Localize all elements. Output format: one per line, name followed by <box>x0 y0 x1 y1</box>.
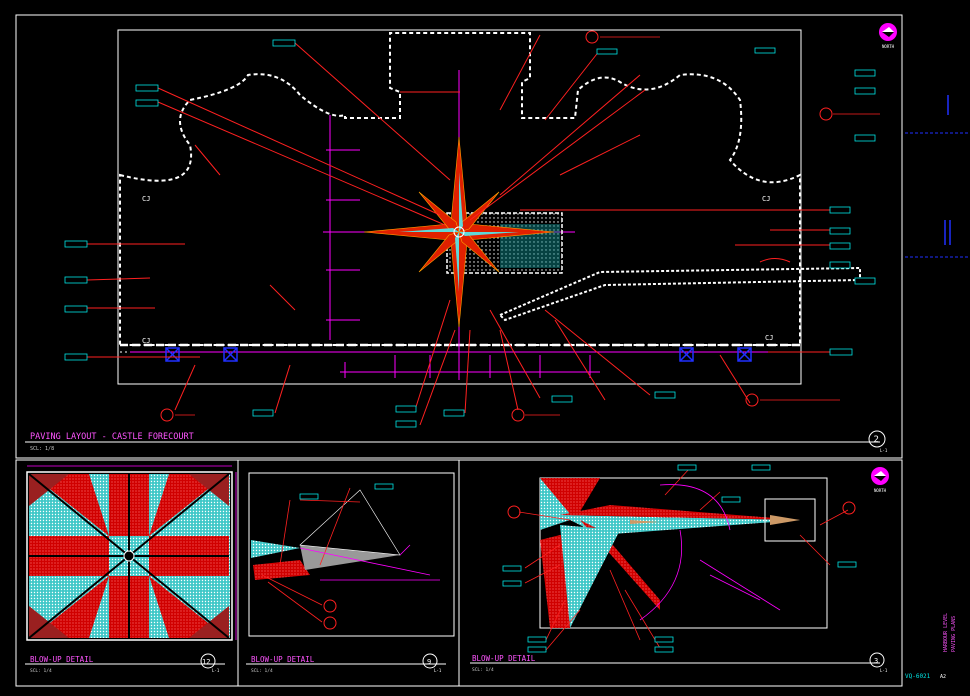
detail-2-sheet-ref: L-1 <box>434 668 442 673</box>
detail-panel-2: BLOW-UP DETAIL SCL: 1/4 9 L-1 <box>246 472 455 674</box>
compass-star-inlay <box>363 136 555 328</box>
detail-2-title: BLOW-UP DETAIL <box>251 655 315 664</box>
detail-1-number: 12 <box>202 658 210 666</box>
north-arrow-icon: NORTH <box>879 23 897 49</box>
sheet-index: A2 <box>940 674 946 680</box>
main-view-sheet-ref: L-1 <box>880 448 888 453</box>
project-name: HARBOUR LEVEL <box>943 613 949 652</box>
main-view-title: PAVING LAYOUT - CASTLE FORECOURT <box>30 432 194 442</box>
sheet-number: VQ-6021 <box>905 673 931 680</box>
cad-drawing: CJ CJ CJ CJ PAVING LAYOUT - CASTLE FOREC… <box>15 14 970 687</box>
main-view-detail-number: 2 <box>874 435 879 445</box>
svg-text:NORTH: NORTH <box>882 44 895 49</box>
detail-1-scale: SCL: 1/4 <box>30 668 52 674</box>
drawing-title: PAVING PLANS <box>951 616 957 652</box>
detail-panel-3: NORTH BLOW-UP DETAIL SCL: 1/4 3 L-1 <box>470 464 889 673</box>
compass-star-enlarged <box>28 473 230 639</box>
detail-3-sheet-ref: L-1 <box>880 668 888 673</box>
detail-2-number: 9 <box>427 658 431 666</box>
svg-text:NORTH: NORTH <box>874 488 887 493</box>
detail-3-title: BLOW-UP DETAIL <box>472 654 536 663</box>
detail-2-scale: SCL: 1/4 <box>251 668 273 674</box>
detail-1-sheet-ref: L-1 <box>212 668 220 673</box>
entry-path <box>498 266 861 322</box>
detail-1-title: BLOW-UP DETAIL <box>30 655 94 664</box>
detail-3-number: 3 <box>874 657 878 665</box>
detail-panel-1: BLOW-UP DETAIL SCL: 1/4 12 L-1 <box>25 465 237 674</box>
main-view-scale: SCL: 1/8 <box>30 446 54 452</box>
title-block: HARBOUR LEVEL PAVING PLANS VQ-6021 A2 <box>905 95 970 680</box>
main-plan: CJ CJ CJ CJ PAVING LAYOUT - CASTLE FOREC… <box>25 23 897 453</box>
zone-mark: CJ <box>762 195 770 203</box>
zone-mark: CJ <box>142 195 150 203</box>
north-arrow-icon: NORTH <box>871 467 889 493</box>
zone-mark: CJ <box>765 334 773 342</box>
zone-mark: CJ <box>142 337 150 345</box>
detail-3-scale: SCL: 1/4 <box>472 667 494 673</box>
